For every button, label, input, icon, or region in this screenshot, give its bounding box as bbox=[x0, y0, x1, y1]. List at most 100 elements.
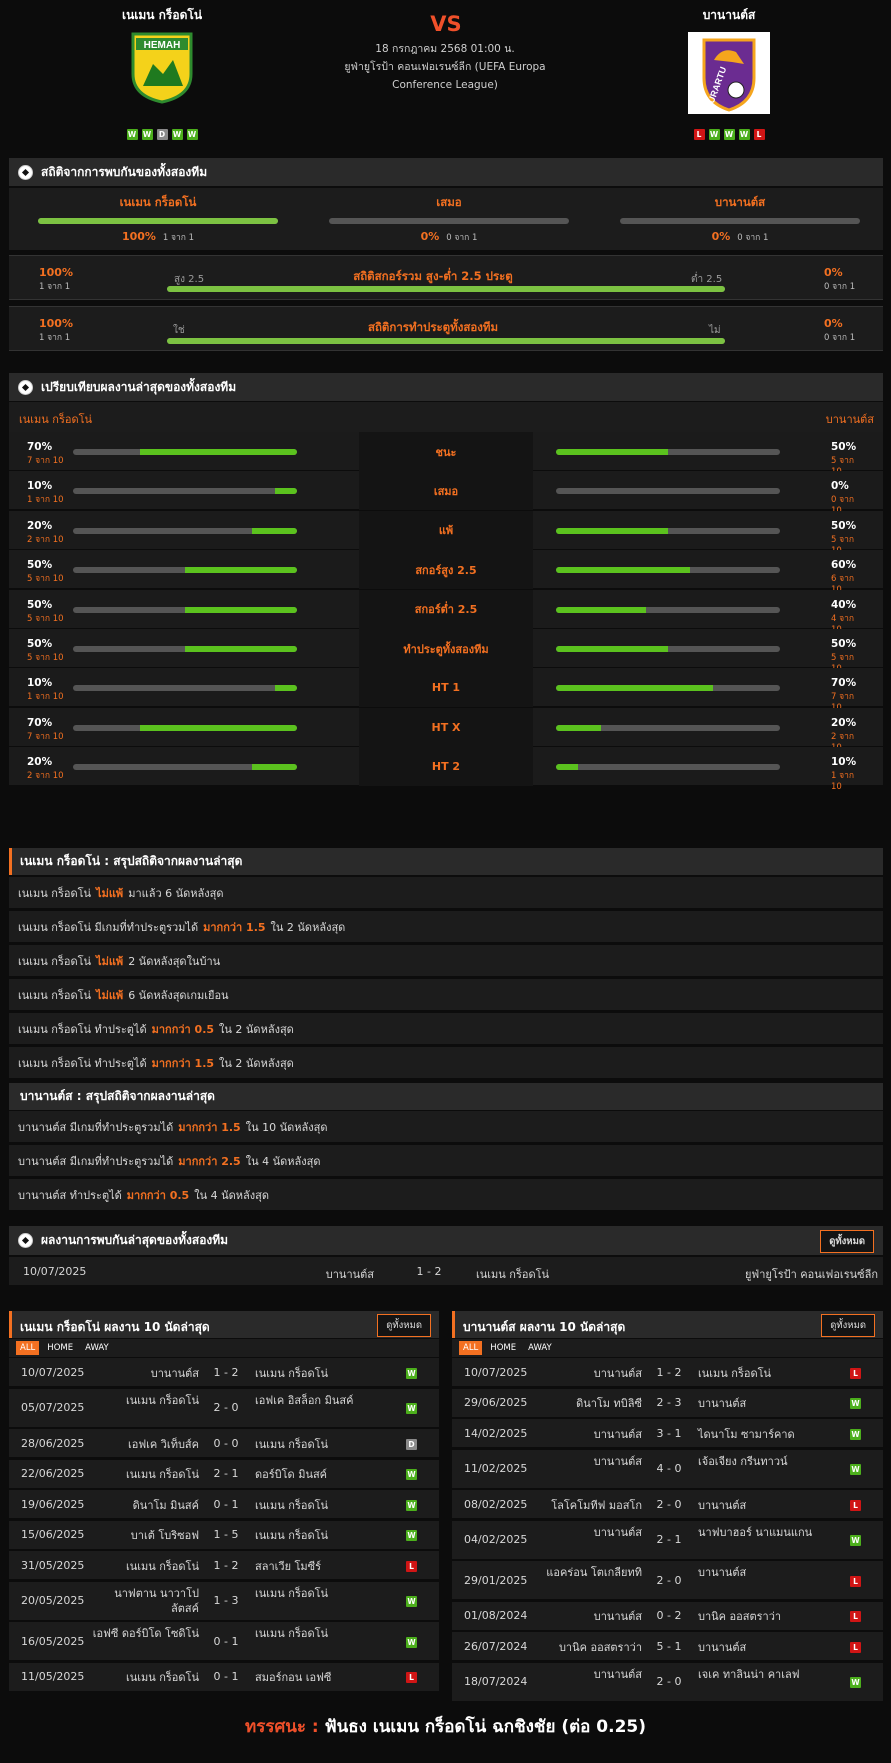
match-home-team[interactable]: บานิค ออสตราว่า bbox=[530, 1640, 642, 1655]
match-row[interactable]: 11/02/2025 บานานต์ส 4 - 0 เจ้อเจียง กรีนทาว… bbox=[452, 1449, 883, 1489]
home-team-name[interactable]: เนเมน กร็อดโน่ bbox=[62, 6, 262, 25]
tab-all[interactable]: ALL bbox=[459, 1341, 483, 1355]
home-team-logo[interactable]: НЕМАН bbox=[129, 30, 195, 104]
h2h-home-team[interactable]: บานานต์ส bbox=[229, 1265, 374, 1283]
match-row[interactable]: 20/05/2025 นาฟตาน นาวาโปลัตสค์ 1 - 3 เนเมน … bbox=[9, 1581, 439, 1621]
compare-right-bar bbox=[556, 449, 780, 455]
match-home-team[interactable]: บานานต์ส bbox=[530, 1667, 642, 1682]
home-summary-header: เนเมน กร็อดโน่ : สรุปสถิติจากผลงานล่าสุด bbox=[9, 848, 883, 875]
match-away-team[interactable]: เนเมน กร็อดโน่ bbox=[255, 1366, 380, 1381]
match-home-team[interactable]: โลโคโมทีฟ มอสโก bbox=[530, 1498, 642, 1513]
match-row[interactable]: 31/05/2025 เนเมน กร็อดโน่ 1 - 2 สลาเวีย โมซ… bbox=[9, 1551, 439, 1580]
match-row[interactable]: 11/05/2025 เนเมน กร็อดโน่ 0 - 1 สมอร์กอน เอ… bbox=[9, 1662, 439, 1692]
btts-left: 100% 1 จาก 1 bbox=[39, 317, 89, 344]
match-home-team[interactable]: เอฟเค วิเท็บส์ค bbox=[87, 1437, 199, 1452]
match-away-team[interactable]: บานานต์ส bbox=[698, 1565, 823, 1580]
match-row[interactable]: 28/06/2025 เอฟเค วิเท็บส์ค 0 - 0 เนเมน กร็อ… bbox=[9, 1429, 439, 1458]
match-away-team[interactable]: เนเมน กร็อดโน่ bbox=[255, 1586, 380, 1601]
match-row[interactable]: 14/02/2025 บานานต์ส 3 - 1 ไดนาโม ซามาร์คาด W bbox=[452, 1419, 883, 1448]
match-away-team[interactable]: เอฟเค อิสล็อก มินสค์ bbox=[255, 1393, 380, 1408]
summary-highlight: มากกว่า 0.5 bbox=[126, 1188, 190, 1202]
match-home-team[interactable]: แอคร่อน โตเกลียททิ bbox=[530, 1565, 642, 1580]
home-last10-view-all-button[interactable]: ดูทั้งหมด bbox=[377, 1314, 431, 1337]
match-home-team[interactable]: เนเมน กร็อดโน่ bbox=[87, 1559, 199, 1574]
match-home-team[interactable]: ดินาโม ทบิลิซี bbox=[530, 1396, 642, 1411]
h2h-draw: เสมอ 0% 0 จาก 1 bbox=[329, 194, 569, 244]
h2h-result-row[interactable]: 10/07/2025 บานานต์ส 1 - 2 เนเมน กร็อดโน่… bbox=[9, 1257, 883, 1285]
summary-highlight: มากกว่า 1.5 bbox=[203, 920, 266, 934]
match-away-team[interactable]: บานานต์ส bbox=[698, 1498, 823, 1513]
compare-right-fill bbox=[556, 567, 691, 574]
competition-name-cont[interactable]: Conference League) bbox=[330, 76, 560, 94]
h2h-view-all-button[interactable]: ดูทั้งหมด bbox=[820, 1230, 874, 1253]
match-row[interactable]: 08/02/2025 โลโคโมทีฟ มอสโก 2 - 0 บานานต์ส L bbox=[452, 1490, 883, 1519]
tab-home[interactable]: HOME bbox=[43, 1341, 77, 1355]
match-home-team[interactable]: บานานต์ส bbox=[530, 1366, 642, 1381]
match-row[interactable]: 10/07/2025 บานานต์ส 1 - 2 เนเมน กร็อดโน่ L bbox=[452, 1358, 883, 1387]
match-away-team[interactable]: เจเค ทาลินน่า คาเลฟ bbox=[698, 1667, 823, 1682]
match-away-team[interactable]: เนเมน กร็อดโน่ bbox=[698, 1366, 823, 1381]
prediction: ทรรศนะ : ฟันธง เนเมน กร็อดโน่ ฉกชิงชัย (… bbox=[0, 1713, 891, 1740]
compare-away-label: บานานต์ส bbox=[825, 413, 874, 426]
match-away-team[interactable]: เนเมน กร็อดโน่ bbox=[255, 1437, 380, 1452]
compare-metric-label: สกอร์สูง 2.5 bbox=[359, 550, 533, 590]
match-row[interactable]: 15/06/2025 บาเต้ โบริซอฟ 1 - 5 เนเมน กร็อดโ… bbox=[9, 1520, 439, 1550]
match-away-team[interactable]: เนเมน กร็อดโน่ bbox=[255, 1626, 380, 1641]
match-row[interactable]: 29/01/2025 แอคร่อน โตเกลียททิ 2 - 0 บานานต์… bbox=[452, 1561, 883, 1600]
form-badge-l: L bbox=[693, 129, 705, 140]
match-home-team[interactable]: บาเต้ โบริซอฟ bbox=[87, 1528, 199, 1543]
h2h-home-fill bbox=[38, 218, 278, 224]
match-home-team[interactable]: เนเมน กร็อดโน่ bbox=[87, 1670, 199, 1685]
home-summary-title: เนเมน กร็อดโน่ : สรุปสถิติจากผลงานล่าสุด bbox=[20, 854, 243, 868]
competition-name[interactable]: ยูฟ่ายูโรป้า คอนเฟอเรนซ์ลีก (UEFA Europa bbox=[330, 58, 560, 76]
match-row[interactable]: 19/06/2025 ดินาโม มินสค์ 0 - 1 เนเมน กร็อดโ… bbox=[9, 1490, 439, 1519]
match-home-team[interactable]: เอฟซี ดอร์บิโด โซดิโน่ bbox=[87, 1626, 199, 1641]
match-away-team[interactable]: สมอร์กอน เอฟซี bbox=[255, 1670, 380, 1685]
match-home-team[interactable]: เนเมน กร็อดโน่ bbox=[87, 1467, 199, 1482]
away-last10-view-all-button[interactable]: ดูทั้งหมด bbox=[821, 1314, 875, 1337]
tab-away[interactable]: AWAY bbox=[524, 1341, 556, 1355]
match-home-team[interactable]: นาฟตาน นาวาโปลัตสค์ bbox=[87, 1586, 199, 1616]
compare-metric-text: ทำประตูทั้งสองทีม bbox=[403, 642, 489, 656]
match-row[interactable]: 18/07/2024 บานานต์ส 2 - 0 เจเค ทาลินน่า คาเ… bbox=[452, 1662, 883, 1702]
match-row[interactable]: 29/06/2025 ดินาโม ทบิลิซี 2 - 3 บานานต์ส W bbox=[452, 1388, 883, 1418]
match-score: 5 - 1 bbox=[656, 1639, 682, 1653]
match-away-team[interactable]: เจ้อเจียง กรีนทาวน์ bbox=[698, 1454, 823, 1469]
match-away-team[interactable]: เนเมน กร็อดโน่ bbox=[255, 1528, 380, 1543]
match-date: 15/06/2025 bbox=[21, 1528, 85, 1541]
match-row[interactable]: 22/06/2025 เนเมน กร็อดโน่ 2 - 1 ดอร์บิโด มิ… bbox=[9, 1459, 439, 1489]
match-away-team[interactable]: เนเมน กร็อดโน่ bbox=[255, 1498, 380, 1513]
match-row[interactable]: 04/02/2025 บานานต์ส 2 - 1 นาฟบาฮอร์ นาแมนแก… bbox=[452, 1520, 883, 1560]
match-away-team[interactable]: ไดนาโม ซามาร์คาด bbox=[698, 1427, 823, 1442]
match-away-team[interactable]: นาฟบาฮอร์ นาแมนแกน bbox=[698, 1525, 823, 1540]
compare-right-fill bbox=[556, 685, 713, 692]
match-home-team[interactable]: บานานต์ส bbox=[530, 1525, 642, 1540]
btts-box: 100% 1 จาก 1 ใช่ สถิติการทำประตูทั้งสองที… bbox=[9, 306, 883, 351]
match-date: 20/05/2025 bbox=[21, 1594, 85, 1607]
match-row[interactable]: 16/05/2025 เอฟซี ดอร์บิโด โซดิโน่ 0 - 1 เนเ… bbox=[9, 1622, 439, 1661]
match-home-team[interactable]: เนเมน กร็อดโน่ bbox=[87, 1393, 199, 1408]
tab-away[interactable]: AWAY bbox=[81, 1341, 113, 1355]
summary-row: เนเมน กร็อดโน่ มีเกมที่ทำประตูรวมได้ มากก… bbox=[9, 911, 883, 942]
away-team-name[interactable]: บานานต์ส bbox=[629, 6, 829, 25]
away-team-logo[interactable]: URARTU bbox=[688, 32, 770, 114]
match-home-team[interactable]: บานานต์ส bbox=[530, 1427, 642, 1442]
match-away-team[interactable]: บานานต์ส bbox=[698, 1640, 823, 1655]
result-badge-w: W bbox=[850, 1535, 861, 1546]
match-row[interactable]: 26/07/2024 บานิค ออสตราว่า 5 - 1 บานานต์ส L bbox=[452, 1632, 883, 1661]
match-away-team[interactable]: บานานต์ส bbox=[698, 1396, 823, 1411]
ou-left-label: สูง 2.5 bbox=[174, 274, 205, 285]
match-away-team[interactable]: ดอร์บิโด มินสค์ bbox=[255, 1467, 380, 1482]
match-row[interactable]: 05/07/2025 เนเมน กร็อดโน่ 2 - 0 เอฟเค อิสล็… bbox=[9, 1388, 439, 1428]
match-home-team[interactable]: บานานต์ส bbox=[87, 1366, 199, 1381]
tab-all[interactable]: ALL bbox=[16, 1341, 40, 1355]
match-row[interactable]: 10/07/2025 บานานต์ส 1 - 2 เนเมน กร็อดโน่ W bbox=[9, 1358, 439, 1387]
match-home-team[interactable]: ดินาโม มินสค์ bbox=[87, 1498, 199, 1513]
tab-home[interactable]: HOME bbox=[486, 1341, 520, 1355]
h2h-away-team[interactable]: เนเมน กร็อดโน่ bbox=[476, 1265, 549, 1283]
match-row[interactable]: 01/08/2024 บานานต์ส 0 - 2 บานิค ออสตราว่า L bbox=[452, 1601, 883, 1631]
match-home-team[interactable]: บานานต์ส bbox=[530, 1454, 642, 1469]
match-away-team[interactable]: สลาเวีย โมซีร์ bbox=[255, 1559, 380, 1574]
match-home-team[interactable]: บานานต์ส bbox=[530, 1609, 642, 1624]
match-away-team[interactable]: บานิค ออสตราว่า bbox=[698, 1609, 823, 1624]
